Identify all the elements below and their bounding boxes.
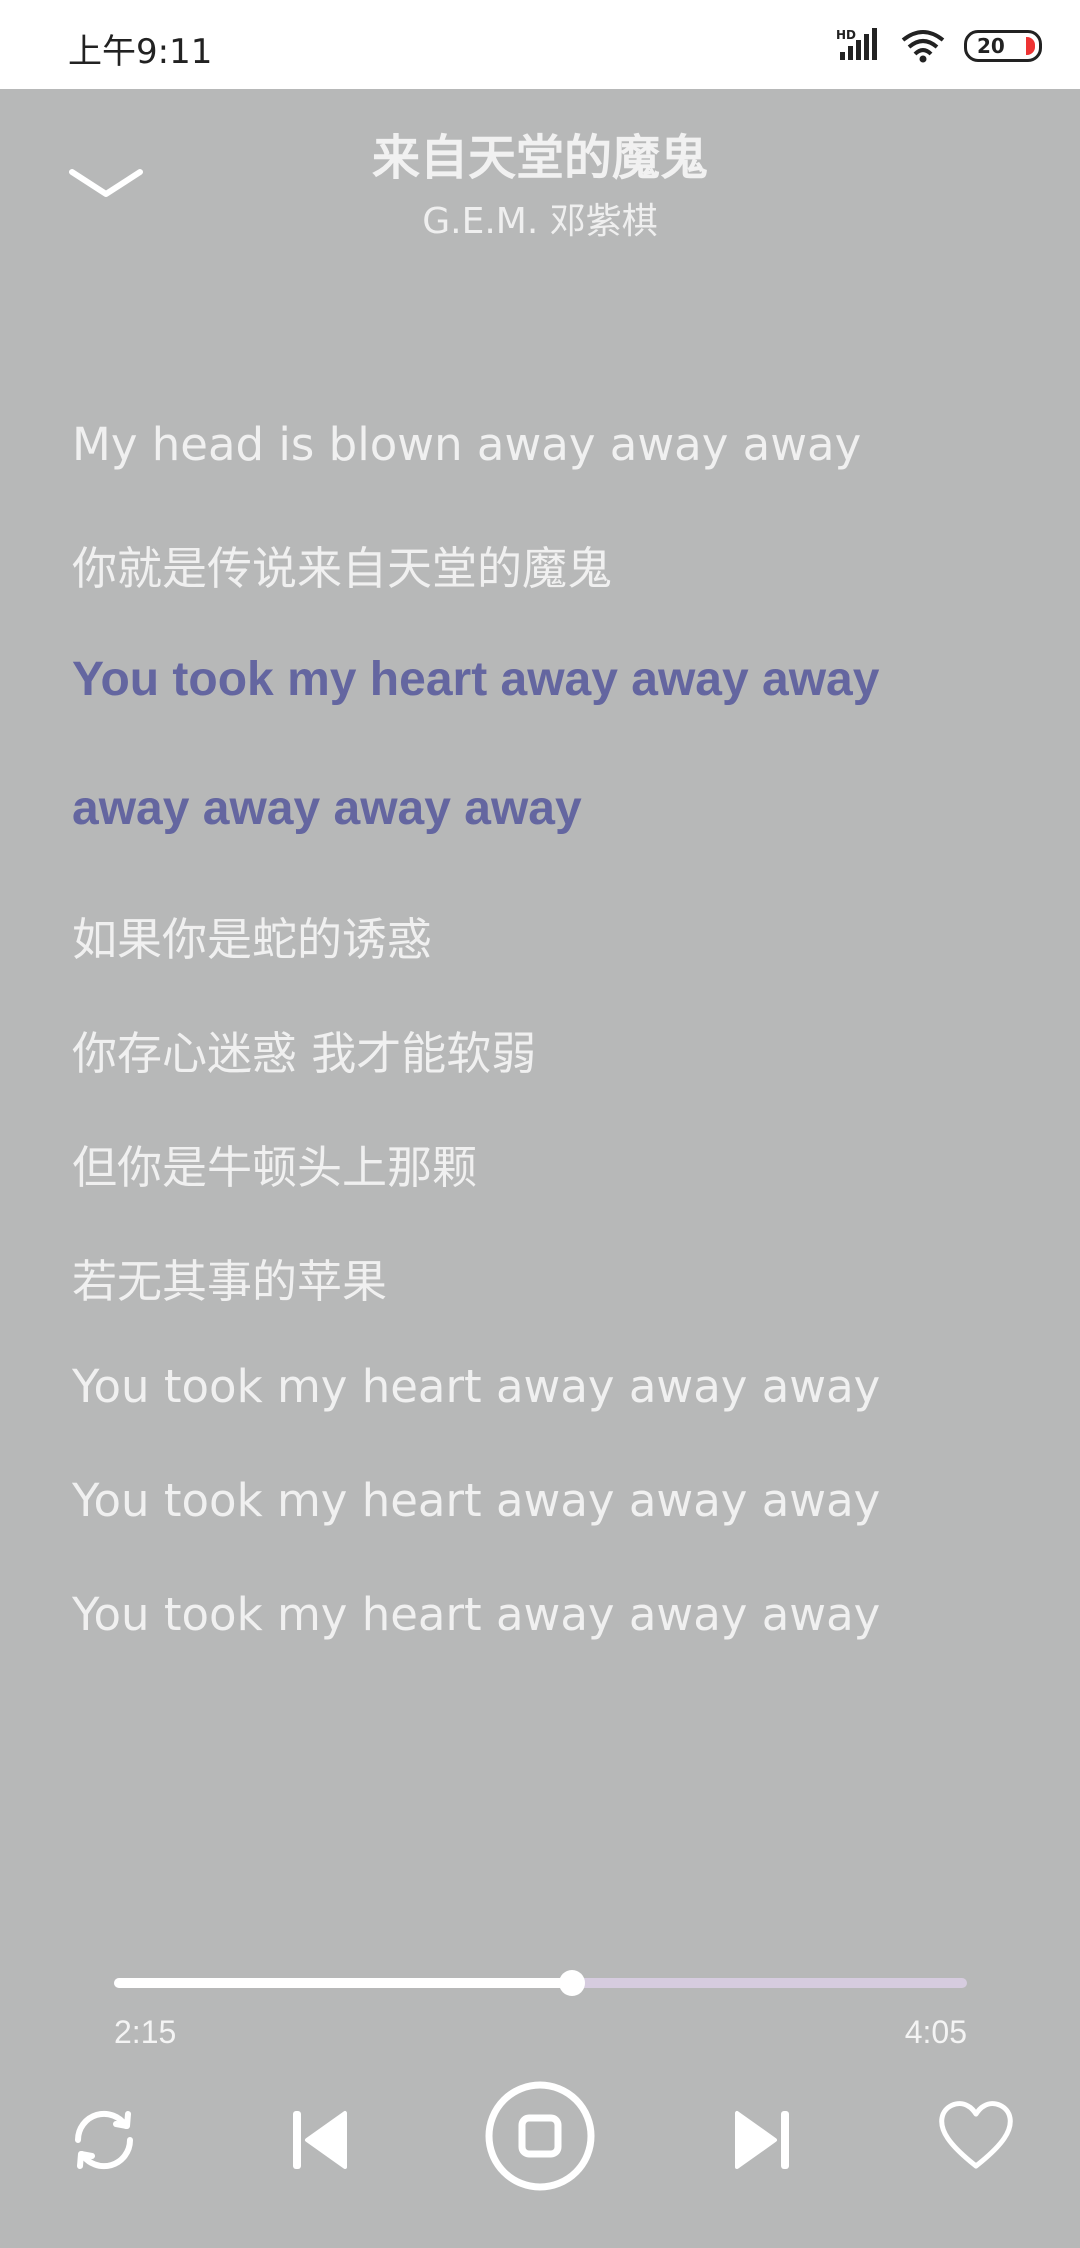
lyric-line: 你就是传说来自天堂的魔鬼	[72, 542, 613, 595]
signal-icon: HD	[836, 28, 877, 60]
next-button[interactable]	[722, 2098, 806, 2182]
artist-name: G.E.M. 邓紫棋	[422, 201, 658, 242]
lyric-line: 如果你是蛇的诱惑	[72, 913, 433, 966]
pause-icon	[485, 2081, 595, 2191]
lyric-line: 你存心迷惑 我才能软弱	[72, 1027, 537, 1080]
status-icons: HD 20	[836, 26, 1042, 66]
total-time: 4:05	[904, 2014, 967, 2050]
lyric-line-active: away away away away	[72, 782, 582, 835]
progress-handle[interactable]	[559, 1970, 586, 1996]
lyric-line: You took my heart away away away	[72, 1588, 881, 1641]
wifi-icon	[901, 30, 945, 63]
elapsed-time: 2:15	[114, 2014, 177, 2050]
repeat-button[interactable]	[62, 2098, 146, 2182]
battery-icon: 20	[964, 30, 1042, 62]
pause-button[interactable]	[484, 2080, 596, 2192]
skip-previous-icon	[293, 2111, 347, 2169]
lyric-line: My head is blown away away away	[72, 418, 862, 471]
status-bar: 上午9:11 HD 20	[0, 0, 1080, 89]
song-title: 来自天堂的魔鬼	[371, 130, 708, 186]
network-label: HD	[836, 28, 856, 42]
progress-slider[interactable]	[114, 1970, 967, 1996]
heart-icon	[939, 2101, 1013, 2169]
lyric-line: 若无其事的苹果	[72, 1255, 388, 1308]
favorite-button[interactable]	[934, 2094, 1018, 2178]
battery-level: 20	[977, 34, 1005, 58]
lyric-line-active: You took my heart away away away	[72, 653, 880, 706]
lyric-line: 但你是牛顿头上那颗	[72, 1141, 478, 1194]
previous-button[interactable]	[276, 2098, 360, 2182]
repeat-icon	[74, 2110, 134, 2170]
lyric-line: You took my heart away away away	[72, 1474, 881, 1527]
status-time: 上午9:11	[68, 32, 213, 72]
skip-next-icon	[735, 2111, 789, 2169]
progress-fill	[114, 1978, 573, 1988]
lyric-line: You took my heart away away away	[72, 1360, 881, 1413]
